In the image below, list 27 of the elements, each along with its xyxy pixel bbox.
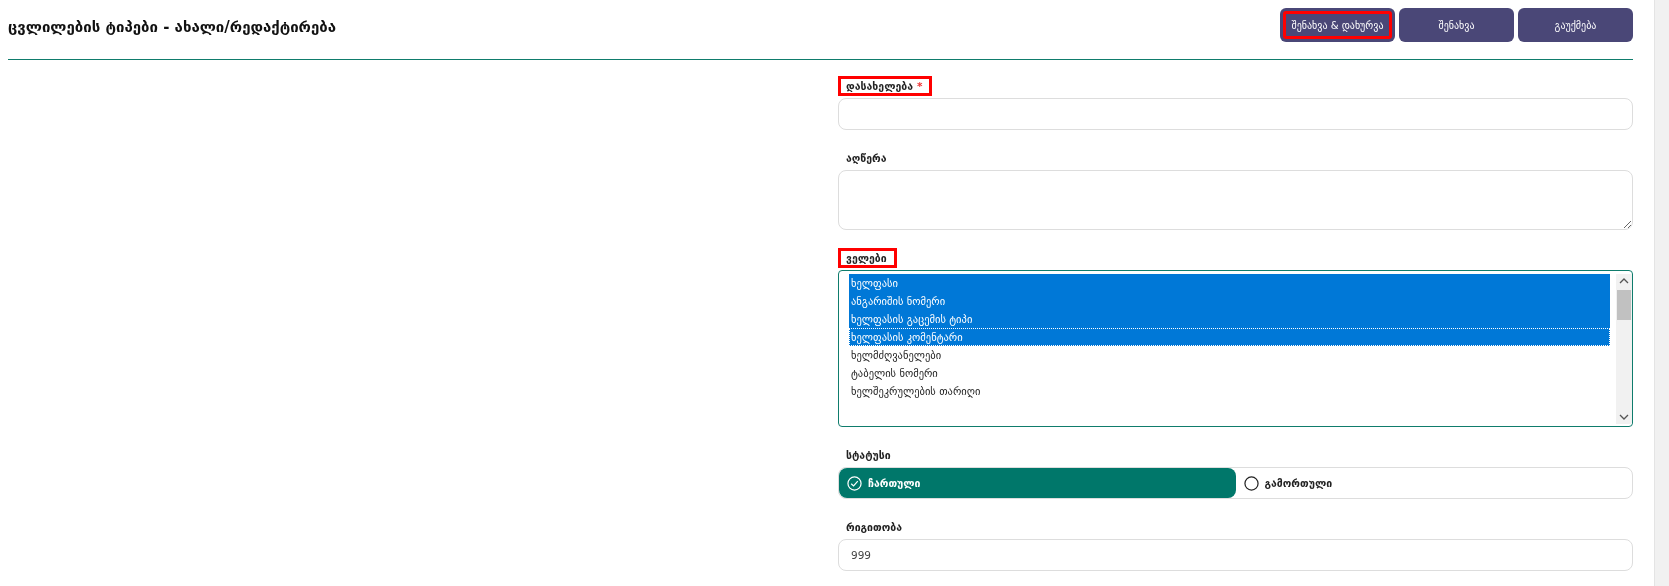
field-label: ველები (838, 248, 897, 268)
page-scrollbar[interactable] (1654, 0, 1669, 586)
required-asterisk: * (917, 80, 923, 92)
list-option[interactable]: ხელფასი (849, 274, 1610, 292)
list-option[interactable]: ხელშეკრულების თარიღი (849, 382, 1610, 400)
description-textarea[interactable] (838, 170, 1633, 230)
action-button[interactable]: შენახვა & დახურვა (1280, 8, 1395, 42)
page-title: ცვლილების ტიპები - ახალი/რედაქტირება (8, 18, 337, 36)
field-label: დასახელება * (838, 76, 933, 96)
order-input[interactable]: 999 (838, 539, 1633, 571)
fields-listbox[interactable]: ხელფასი ანგარიშის ნომერი ხელფასის გაცემის ტიპი ხელფასის კომენტარი ხელმძღვანელები ტაბელის ნომერი ხელშეკრულების თარიღი (838, 270, 1633, 427)
field-label: აღწერა (845, 151, 888, 166)
list-option[interactable]: ანგარიშის ნომერი (849, 292, 1610, 310)
status-option[interactable]: ჩართული (839, 468, 1236, 498)
name-input[interactable] (838, 98, 1633, 130)
radio-circle-icon (1243, 475, 1259, 491)
list-option[interactable]: ხელფასის გაცემის ტიპი (849, 310, 1610, 328)
list-option[interactable]: ტაბელის ნომერი (849, 364, 1610, 382)
list-option[interactable]: ხელმძღვანელები (849, 346, 1610, 364)
field-label: რიგითობა (845, 520, 903, 535)
action-button[interactable]: შენახვა (1399, 8, 1514, 42)
check-circle-icon (847, 475, 862, 491)
scrollbar[interactable] (1616, 274, 1632, 424)
field-label: სტატუსი (845, 448, 892, 463)
list-option[interactable]: ხელფასის კომენტარი (849, 328, 1610, 346)
status-option[interactable]: გამორთული (1235, 468, 1632, 498)
action-button[interactable]: გაუქმება (1518, 8, 1633, 42)
